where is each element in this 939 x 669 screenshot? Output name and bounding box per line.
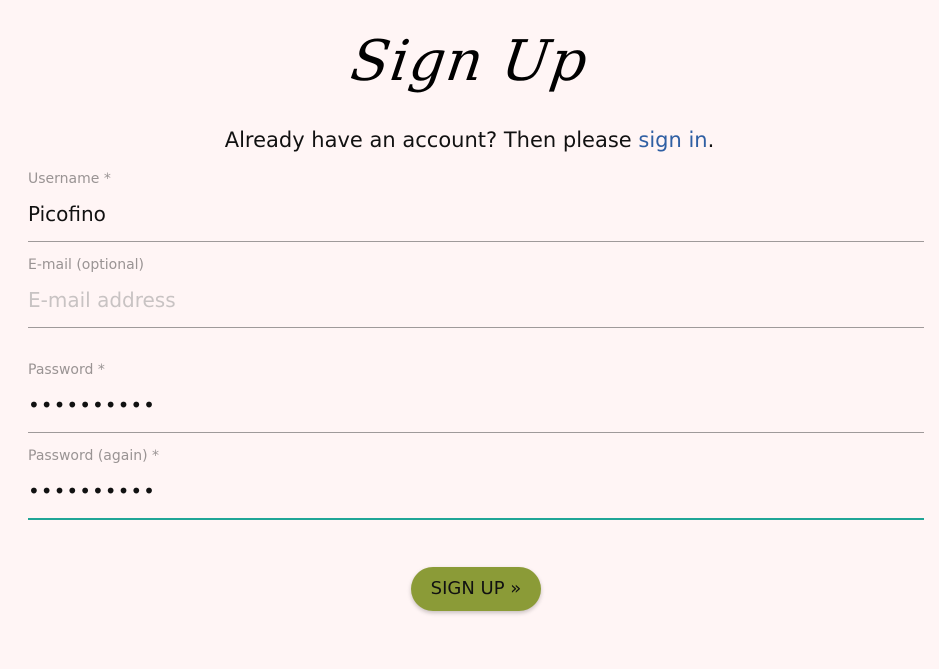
page-title: Sign Up xyxy=(346,29,593,94)
sign-in-prompt: Already have an account? Then please sig… xyxy=(0,126,939,154)
sign-in-prompt-end: . xyxy=(707,128,715,152)
sign-up-button[interactable]: SIGN UP » xyxy=(411,567,541,611)
email-label: E-mail (optional) xyxy=(28,257,145,273)
username-underline xyxy=(28,241,924,242)
email-field: E-mail (optional) xyxy=(28,256,924,328)
email-underline xyxy=(28,327,924,328)
password-label: Password * xyxy=(28,362,105,378)
password-again-input[interactable] xyxy=(28,477,924,505)
password-again-field: Password (again) * xyxy=(28,447,924,520)
username-label: Username * xyxy=(28,171,111,187)
password-input[interactable] xyxy=(28,391,924,419)
email-input[interactable] xyxy=(28,286,924,314)
sign-in-prompt-text: Already have an account? Then please xyxy=(224,128,639,152)
password-again-underline xyxy=(28,518,924,520)
password-underline xyxy=(28,432,924,433)
password-field: Password * xyxy=(28,361,924,433)
password-again-label: Password (again) * xyxy=(28,448,160,464)
sign-in-link[interactable]: sign in xyxy=(638,128,707,152)
username-input[interactable] xyxy=(28,200,924,228)
username-field: Username * xyxy=(28,170,924,242)
